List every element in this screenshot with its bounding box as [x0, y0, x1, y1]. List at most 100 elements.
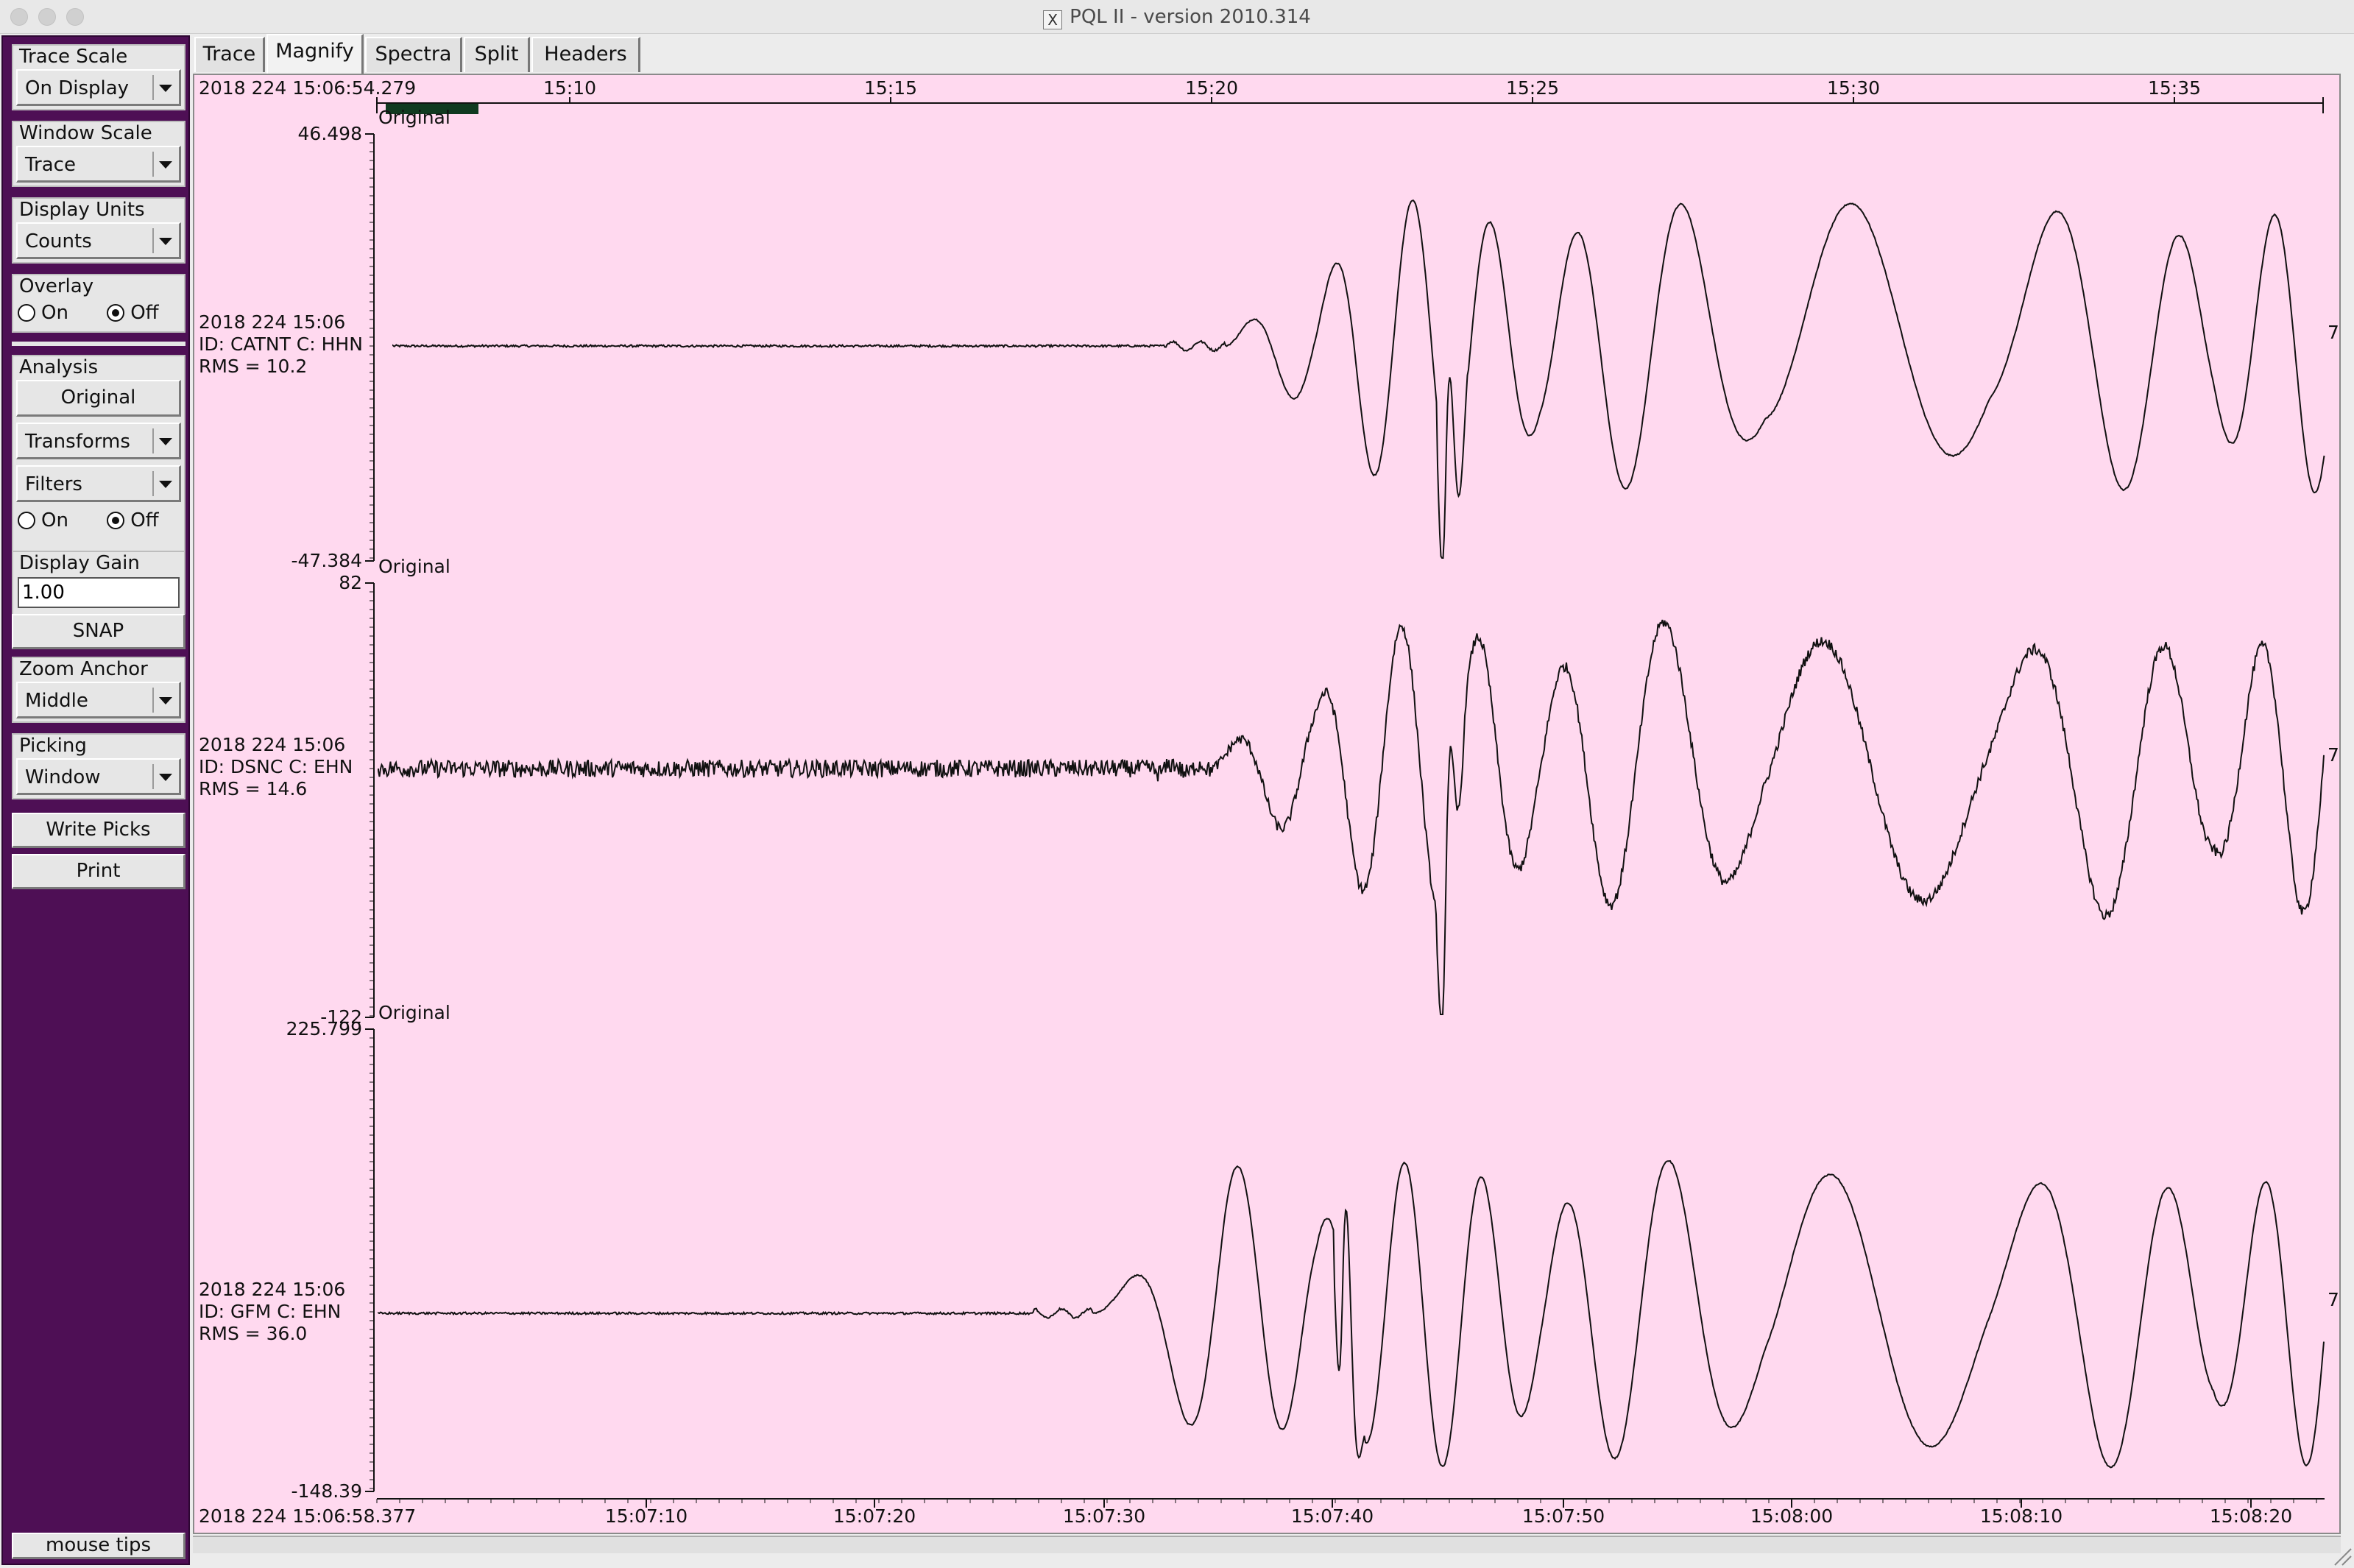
- bottom-tick-label: 15:07:10: [605, 1505, 688, 1527]
- display-units-group: Display Units Counts: [12, 197, 185, 264]
- trace-original-label: Original: [378, 107, 450, 128]
- y-axis-max-label: 46.498: [298, 123, 362, 144]
- bottom-tick-label: 15:08:20: [2210, 1505, 2292, 1527]
- trace-panel[interactable]: Original 225.799 -148.39 2018 224 15:06ID: …: [199, 1002, 2339, 1502]
- bottom-tick-label: 15:07:40: [1291, 1505, 1374, 1527]
- trace-scale-dropdown[interactable]: On Display: [16, 69, 181, 106]
- filter-radio-row: On Off: [18, 509, 159, 532]
- window-title-container: X PQL II - version 2010.314: [0, 6, 2354, 29]
- y-axis-min-label: -47.384: [291, 550, 363, 571]
- zoom-anchor-group: Zoom Anchor Middle: [12, 657, 185, 723]
- y-axis-min-label: -148.39: [291, 1480, 363, 1502]
- zoom-anchor-value: Middle: [25, 690, 88, 712]
- bottom-tick-label: 15:07:50: [1522, 1505, 1605, 1527]
- y-axis-max-label: 225.799: [286, 1018, 362, 1039]
- display-units-dropdown[interactable]: Counts: [16, 222, 181, 259]
- trace-scale-label: Trace Scale: [19, 46, 128, 68]
- overlay-off-label: Off: [130, 302, 159, 324]
- analysis-label: Analysis: [19, 356, 99, 378]
- display-gain-input[interactable]: [18, 577, 180, 608]
- trace-start-time: 2018 224 15:06: [199, 734, 345, 755]
- chevron-down-icon: [152, 471, 176, 496]
- chevron-down-icon: [152, 688, 176, 713]
- trace-scale-group: Trace Scale On Display: [12, 44, 185, 110]
- title-bar: X PQL II - version 2010.314: [0, 0, 2354, 34]
- y-axis-max-label: 82: [339, 572, 362, 593]
- chevron-down-icon: [152, 764, 176, 789]
- control-panel: Trace Scale On Display Window Scale Trac…: [1, 35, 190, 1565]
- trace-rms: RMS = 10.2: [199, 356, 307, 377]
- analysis-group: Analysis Original Transforms Filters On …: [12, 355, 185, 579]
- tab-trace[interactable]: Trace: [194, 37, 265, 72]
- transforms-value: Transforms: [25, 431, 130, 453]
- seismogram-canvas[interactable]: 2018 224 15:06:54.279 15:10 15:15 15:20 15:…: [194, 75, 2339, 1533]
- mouse-tips-button[interactable]: mouse tips: [12, 1533, 185, 1559]
- overlay-group: Overlay On Off: [12, 274, 185, 333]
- trace-scale-value: On Display: [25, 77, 130, 99]
- window-scale-dropdown[interactable]: Trace: [16, 146, 181, 183]
- tab-split[interactable]: Split: [464, 37, 530, 72]
- filters-dropdown[interactable]: Filters: [16, 465, 181, 502]
- x11-icon: X: [1043, 10, 1063, 29]
- write-picks-button[interactable]: Write Picks: [12, 813, 185, 848]
- overview-start-time: 2018 224 15:06:54.279: [199, 77, 416, 99]
- overview-tick-label: 15:35: [2148, 77, 2201, 99]
- picking-label: Picking: [19, 735, 87, 757]
- picking-dropdown[interactable]: Window: [16, 758, 181, 795]
- display-gain-label: Display Gain: [19, 552, 140, 574]
- overlay-on-radio[interactable]: [18, 304, 35, 322]
- window-scale-group: Window Scale Trace: [12, 121, 185, 187]
- trace-station-id: ID: DSNC C: EHN: [199, 756, 353, 777]
- tab-headers[interactable]: Headers: [531, 37, 640, 72]
- filters-value: Filters: [25, 473, 82, 495]
- overlay-on-label: On: [41, 302, 68, 324]
- filter-on-radio[interactable]: [18, 512, 35, 529]
- overlay-off-radio[interactable]: [107, 304, 125, 322]
- seismic-waveform[interactable]: [392, 199, 2325, 559]
- seismic-waveform[interactable]: [378, 1159, 2325, 1469]
- bottom-tick-label: 15:07:30: [1063, 1505, 1145, 1527]
- overview-tick-label: 15:15: [864, 77, 917, 99]
- chevron-down-icon: [152, 428, 176, 453]
- picking-group: Picking Window: [12, 733, 185, 799]
- bottom-tick-label: 15:07:20: [833, 1505, 916, 1527]
- seismic-waveform[interactable]: [378, 619, 2325, 1015]
- trace-start-time: 2018 224 15:06: [199, 1279, 345, 1300]
- resize-grip-icon[interactable]: [2330, 1544, 2353, 1567]
- picking-value: Window: [25, 766, 101, 788]
- filter-off-radio[interactable]: [107, 512, 125, 529]
- zoom-anchor-dropdown[interactable]: Middle: [16, 682, 181, 718]
- print-button[interactable]: Print: [12, 854, 185, 889]
- trace-rms: RMS = 14.6: [199, 778, 307, 799]
- horizontal-scrollbar[interactable]: [193, 1536, 2341, 1553]
- chevron-down-icon: [152, 75, 176, 100]
- bottom-start-time: 2018 224 15:06:58.377: [199, 1505, 416, 1527]
- window-scale-value: Trace: [25, 154, 76, 176]
- tab-magnify[interactable]: Magnify: [266, 34, 364, 74]
- trace-end-marker: 7: [2328, 322, 2339, 343]
- overview-tick-label: 15:30: [1827, 77, 1880, 99]
- tab-spectra[interactable]: Spectra: [365, 37, 462, 72]
- original-button[interactable]: Original: [16, 380, 181, 417]
- trace-original-label: Original: [378, 556, 450, 577]
- display-units-label: Display Units: [19, 199, 145, 221]
- seismogram-plot-area[interactable]: 2018 224 15:06:54.279 15:10 15:15 15:20 15:…: [193, 74, 2341, 1534]
- overlay-radio-row: On Off: [18, 302, 159, 324]
- bottom-tick-label: 15:08:10: [1980, 1505, 2063, 1527]
- trace-original-label: Original: [378, 1002, 450, 1023]
- trace-panel[interactable]: Original82-1222018 224 15:06ID: DSNC C: …: [199, 556, 2339, 1028]
- trace-rms: RMS = 36.0: [199, 1323, 307, 1344]
- trace-station-id: ID: CATNT C: HHN: [199, 333, 363, 355]
- overview-tick-label: 15:10: [543, 77, 596, 99]
- trace-panel[interactable]: Original 46.498 -47.384 2018 224 15:06ID: C…: [199, 107, 2339, 571]
- overlay-label: Overlay: [19, 275, 94, 297]
- overview-tick-label: 15:20: [1185, 77, 1238, 99]
- window-scale-label: Window Scale: [19, 122, 152, 144]
- trace-end-marker: 7: [2328, 744, 2339, 766]
- window-title: PQL II - version 2010.314: [1070, 6, 1311, 28]
- snap-button[interactable]: SNAP: [12, 614, 185, 649]
- trace-start-time: 2018 224 15:06: [199, 311, 345, 333]
- bottom-tick-label: 15:08:00: [1750, 1505, 1833, 1527]
- filter-on-label: On: [41, 509, 68, 532]
- transforms-dropdown[interactable]: Transforms: [16, 423, 181, 459]
